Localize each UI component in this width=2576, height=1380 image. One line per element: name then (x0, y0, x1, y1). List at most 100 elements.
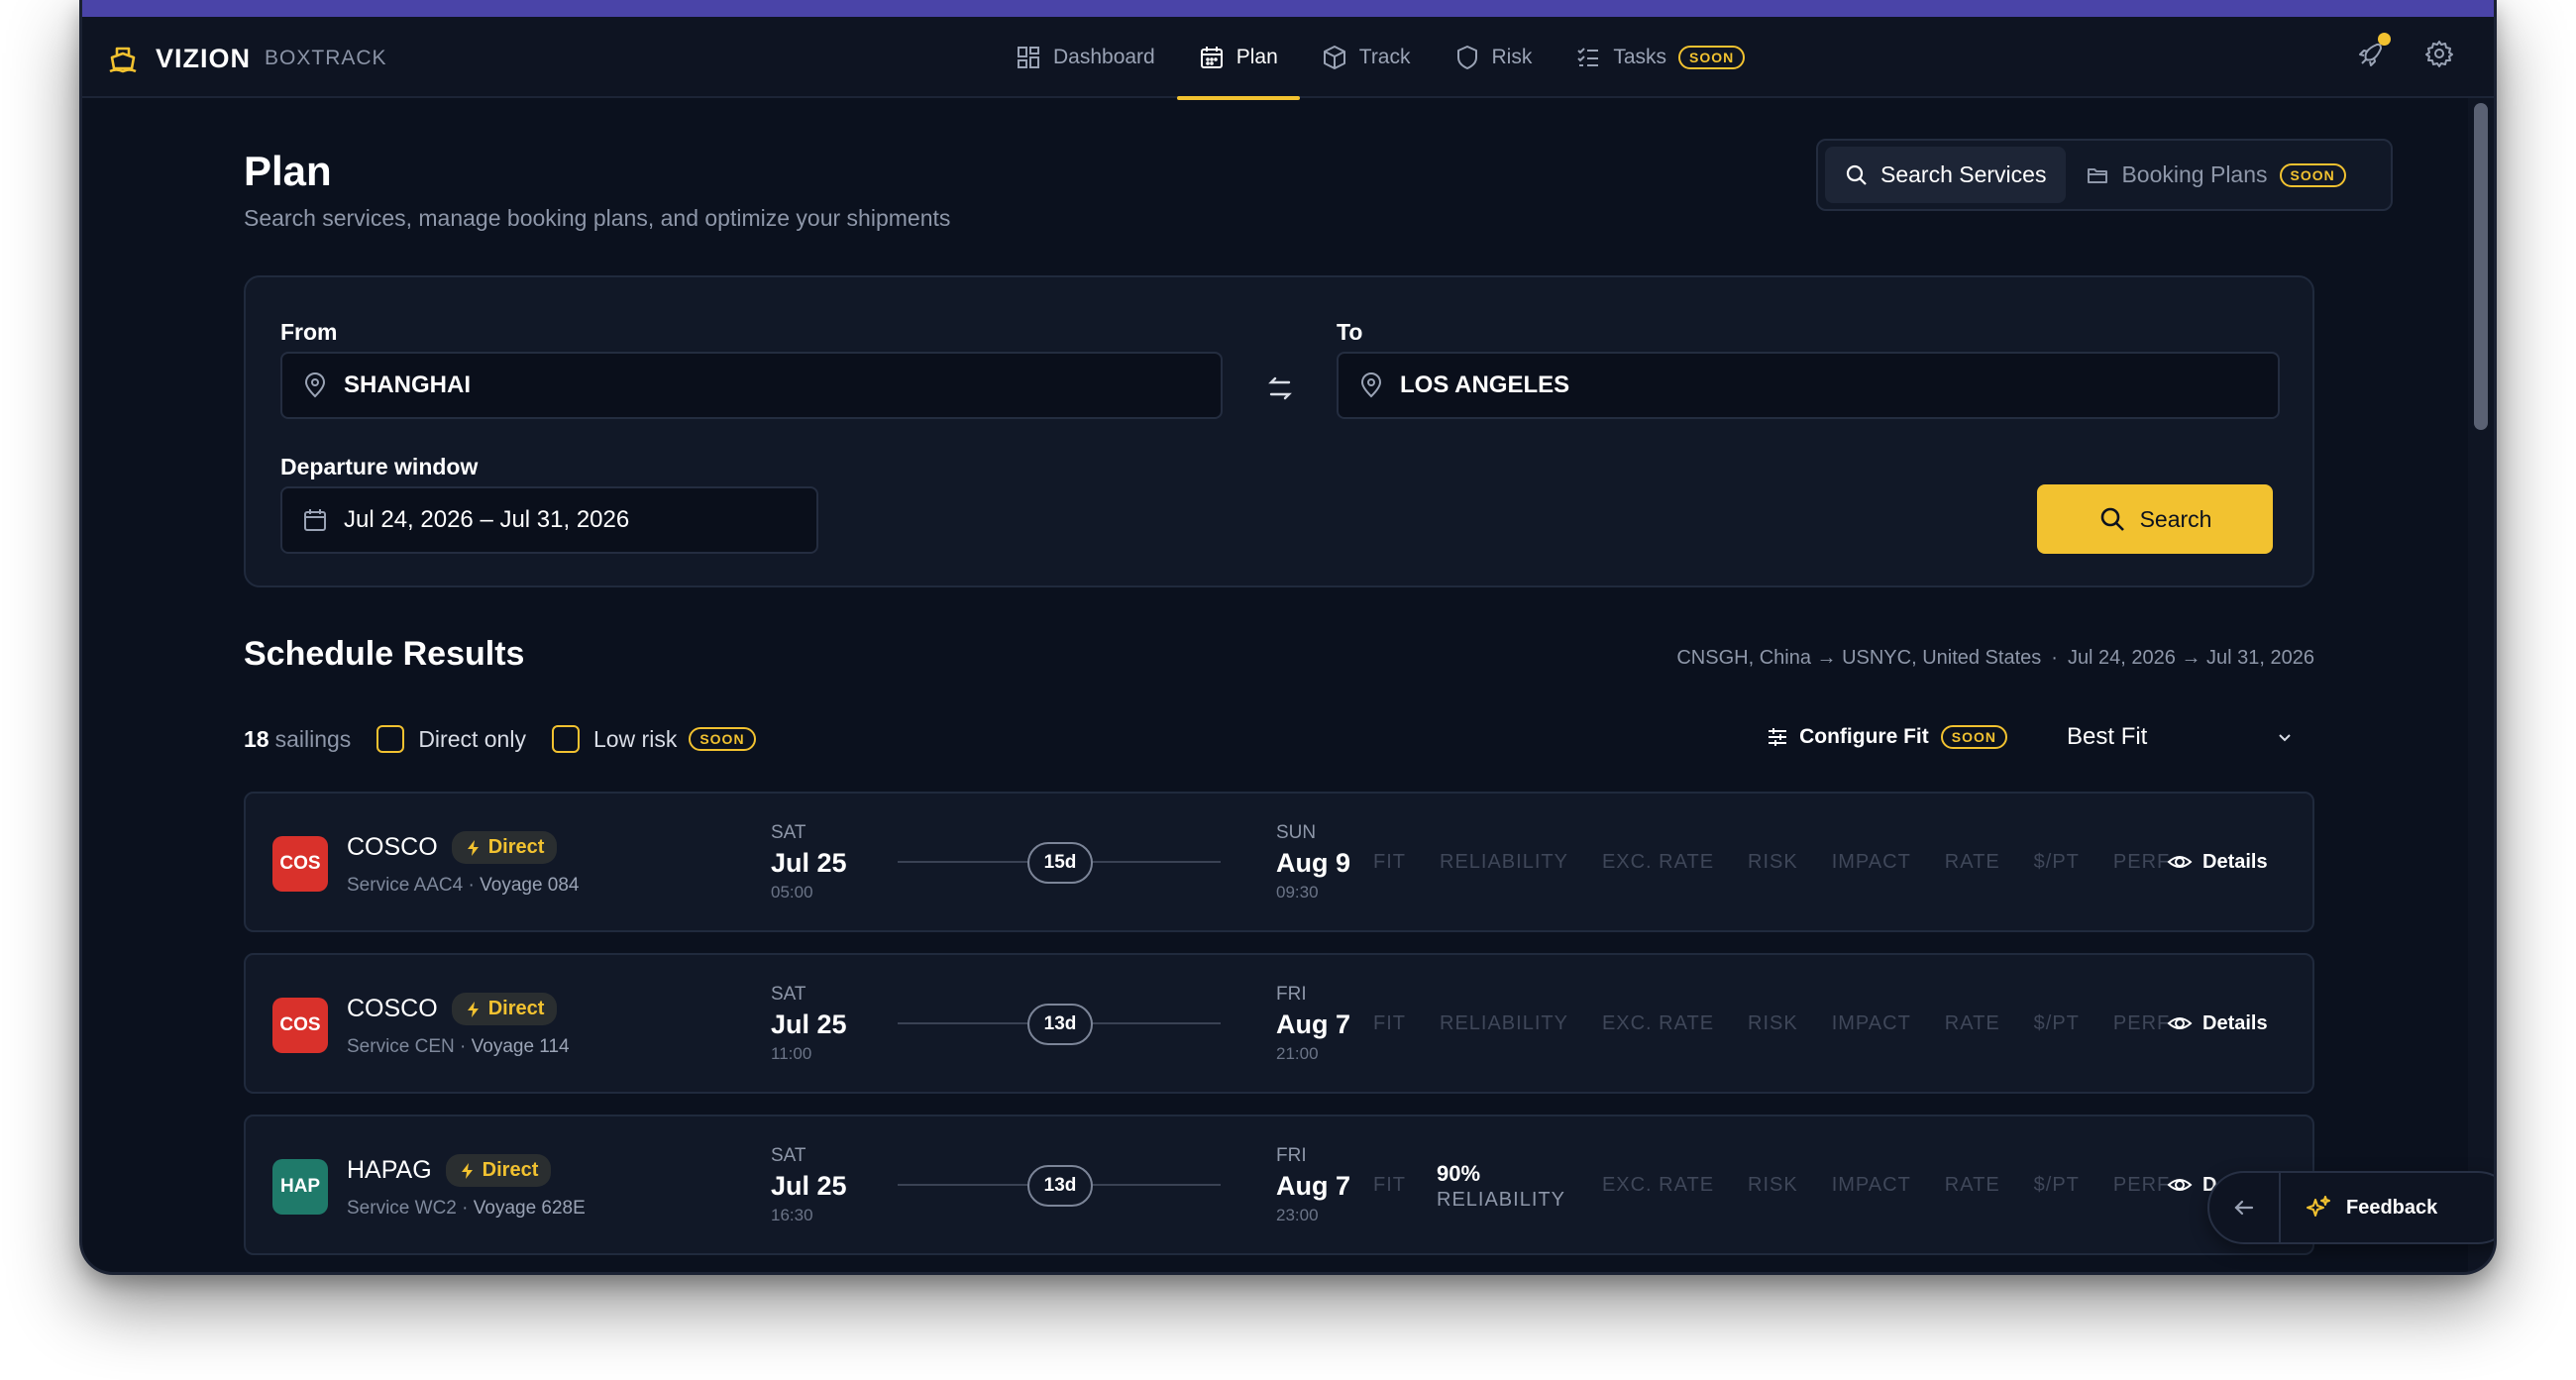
configure-fit-label: Configure Fit (1799, 725, 1929, 748)
vizion-logo-icon (109, 47, 137, 73)
brand-product: BOXTRACK (265, 47, 387, 69)
arrival: FRI Aug 7 21:00 (1276, 984, 1350, 1064)
departure-date: Jul 25 (771, 1171, 847, 1201)
carrier-name: COSCO (347, 833, 438, 861)
arrival-time: 21:00 (1276, 1044, 1319, 1063)
brand-name: VIZION (156, 43, 252, 73)
transit-duration: 15d (1027, 842, 1093, 884)
metric-risk: RISK (1748, 851, 1798, 873)
details-label: Details (2202, 1011, 2268, 1034)
brand[interactable]: VIZION BOXTRACK (106, 39, 387, 78)
page-subtitle: Search services, manage booking plans, a… (244, 205, 951, 231)
from-value: SHANGHAI (344, 372, 472, 398)
reliability-value: 90% (1437, 1161, 1481, 1186)
gear-icon[interactable] (2424, 39, 2454, 68)
service-code: Service CEN (347, 1036, 455, 1057)
route-summary: CNSGH, China → USNYC, United States (1676, 647, 2042, 669)
sort-select[interactable]: Best Fit (2067, 723, 2314, 751)
carrier-logo: HAP (272, 1159, 328, 1215)
carrier-name-line: COSCO Direct (347, 993, 558, 1025)
service-info: Service AAC4 · Voyage 084 (347, 875, 580, 896)
search-services-tab[interactable]: Search Services (1825, 147, 2067, 203)
details-button[interactable]: Details (2167, 849, 2268, 875)
nav-plan[interactable]: Plan (1176, 17, 1300, 100)
departure-window-field[interactable]: Jul 24, 2026 – Jul 31, 2026 (280, 486, 818, 554)
eye-icon (2167, 1017, 2193, 1029)
soon-badge: SOON (1940, 725, 2007, 749)
direct-badge-label: Direct (487, 998, 545, 1019)
departure: SAT Jul 25 11:00 (771, 984, 847, 1064)
swap-icon[interactable] (1263, 372, 1297, 405)
arrival-date: Aug 7 (1276, 1009, 1351, 1039)
metric-impact: IMPACT (1831, 1012, 1911, 1034)
sailings-count-value: 18 (244, 725, 269, 752)
soon-badge: SOON (2279, 162, 2346, 187)
metric-labels: FIT RELIABILITY EXC. RATE RISK IMPACT RA… (1373, 851, 2170, 874)
nav-risk[interactable]: Risk (1433, 17, 1555, 98)
nav-tasks-label: Tasks (1613, 46, 1667, 68)
nav-track[interactable]: Track (1300, 17, 1433, 98)
sailing-row[interactable]: HAP HAPAG Direct Service WC2 · Voyage 62… (244, 1115, 2314, 1255)
carrier-name-line: HAPAG Direct (347, 1154, 552, 1187)
service-code: Service WC2 (347, 1198, 457, 1219)
checkbox-box[interactable] (551, 725, 580, 753)
notifications-button[interactable] (2357, 33, 2391, 68)
search-button-label: Search (2139, 505, 2212, 532)
top-navbar: VIZION BOXTRACK Dashboard Plan Track Ris… (82, 17, 2494, 100)
app-window: VIZION BOXTRACK Dashboard Plan Track Ris… (79, 0, 2497, 1275)
from-label: From (280, 319, 338, 345)
search-icon (1846, 164, 1867, 185)
tasks-icon (1577, 48, 1599, 66)
direct-badge: Direct (451, 993, 558, 1025)
arrival-date: Aug 9 (1276, 848, 1351, 878)
sailings-list: COS COSCO Direct Service AAC4 · Voyage 0… (244, 792, 2314, 1272)
configure-fit-button[interactable]: Configure Fit SOON (1766, 725, 2007, 749)
arrival-time: 09:30 (1276, 883, 1319, 902)
departure: SAT Jul 25 05:00 (771, 822, 847, 902)
departure-time: 05:00 (771, 883, 813, 902)
sailing-row[interactable]: COS COSCO Direct Service AAC4 · Voyage 0… (244, 792, 2314, 932)
soon-badge: SOON (1678, 46, 1746, 69)
low-risk-label: Low risk (592, 725, 678, 752)
map-pin-icon (1360, 372, 1382, 398)
to-field[interactable]: LOS ANGELES (1337, 352, 2280, 419)
nav-actions (2357, 33, 2454, 68)
direct-only-checkbox[interactable]: Direct only (376, 725, 526, 753)
metric-reliability: RELIABILITY (1440, 1012, 1568, 1034)
metric-fit: FIT (1373, 1012, 1406, 1034)
metric-rate: RATE (1944, 851, 2000, 873)
sailing-row[interactable]: COS COSCO Direct Service CEN · Voyage 11… (244, 953, 2314, 1094)
direct-badge: Direct (451, 831, 558, 864)
scrollbar-thumb[interactable] (2474, 103, 2488, 430)
feedback-collapse-button[interactable] (2209, 1173, 2281, 1242)
reliability-label: RELIABILITY (1437, 1189, 1565, 1211)
from-field[interactable]: SHANGHAI (280, 352, 1223, 419)
nav-dashboard[interactable]: Dashboard (994, 17, 1177, 98)
main-nav: Dashboard Plan Track Risk Tasks SOON (994, 17, 1767, 100)
box-icon (1323, 46, 1345, 69)
direct-badge: Direct (445, 1154, 552, 1187)
direct-badge-label: Direct (487, 836, 545, 858)
voyage-code: Voyage 084 (480, 875, 580, 896)
direct-only-label: Direct only (418, 725, 526, 752)
checkbox-box[interactable] (376, 725, 405, 753)
lightning-icon (467, 839, 479, 856)
arrival-day: FRI (1276, 984, 1307, 1005)
search-button[interactable]: Search (2037, 484, 2273, 554)
route-separator: · (2051, 647, 2058, 669)
nav-tasks[interactable]: Tasks SOON (1554, 17, 1767, 98)
reliability-metric: 90% RELIABILITY (1437, 1161, 1565, 1212)
mode-toggle: Search Services Booking Plans SOON (1816, 139, 2393, 211)
carrier-logo: COS (272, 998, 328, 1053)
voyage-code: Voyage 114 (471, 1036, 570, 1057)
nav-risk-label: Risk (1491, 46, 1533, 68)
eye-icon (2167, 856, 2193, 868)
details-button[interactable]: Details (2167, 1010, 2268, 1036)
booking-plans-tab[interactable]: Booking Plans SOON (2066, 147, 2365, 203)
departure-window-label: Departure window (280, 454, 479, 479)
lightning-icon (467, 1001, 479, 1017)
low-risk-checkbox[interactable]: Low risk SOON (551, 725, 756, 753)
feedback-button[interactable]: Feedback (2281, 1194, 2437, 1221)
service-code: Service AAC4 (347, 875, 464, 896)
carrier-name: COSCO (347, 995, 438, 1022)
